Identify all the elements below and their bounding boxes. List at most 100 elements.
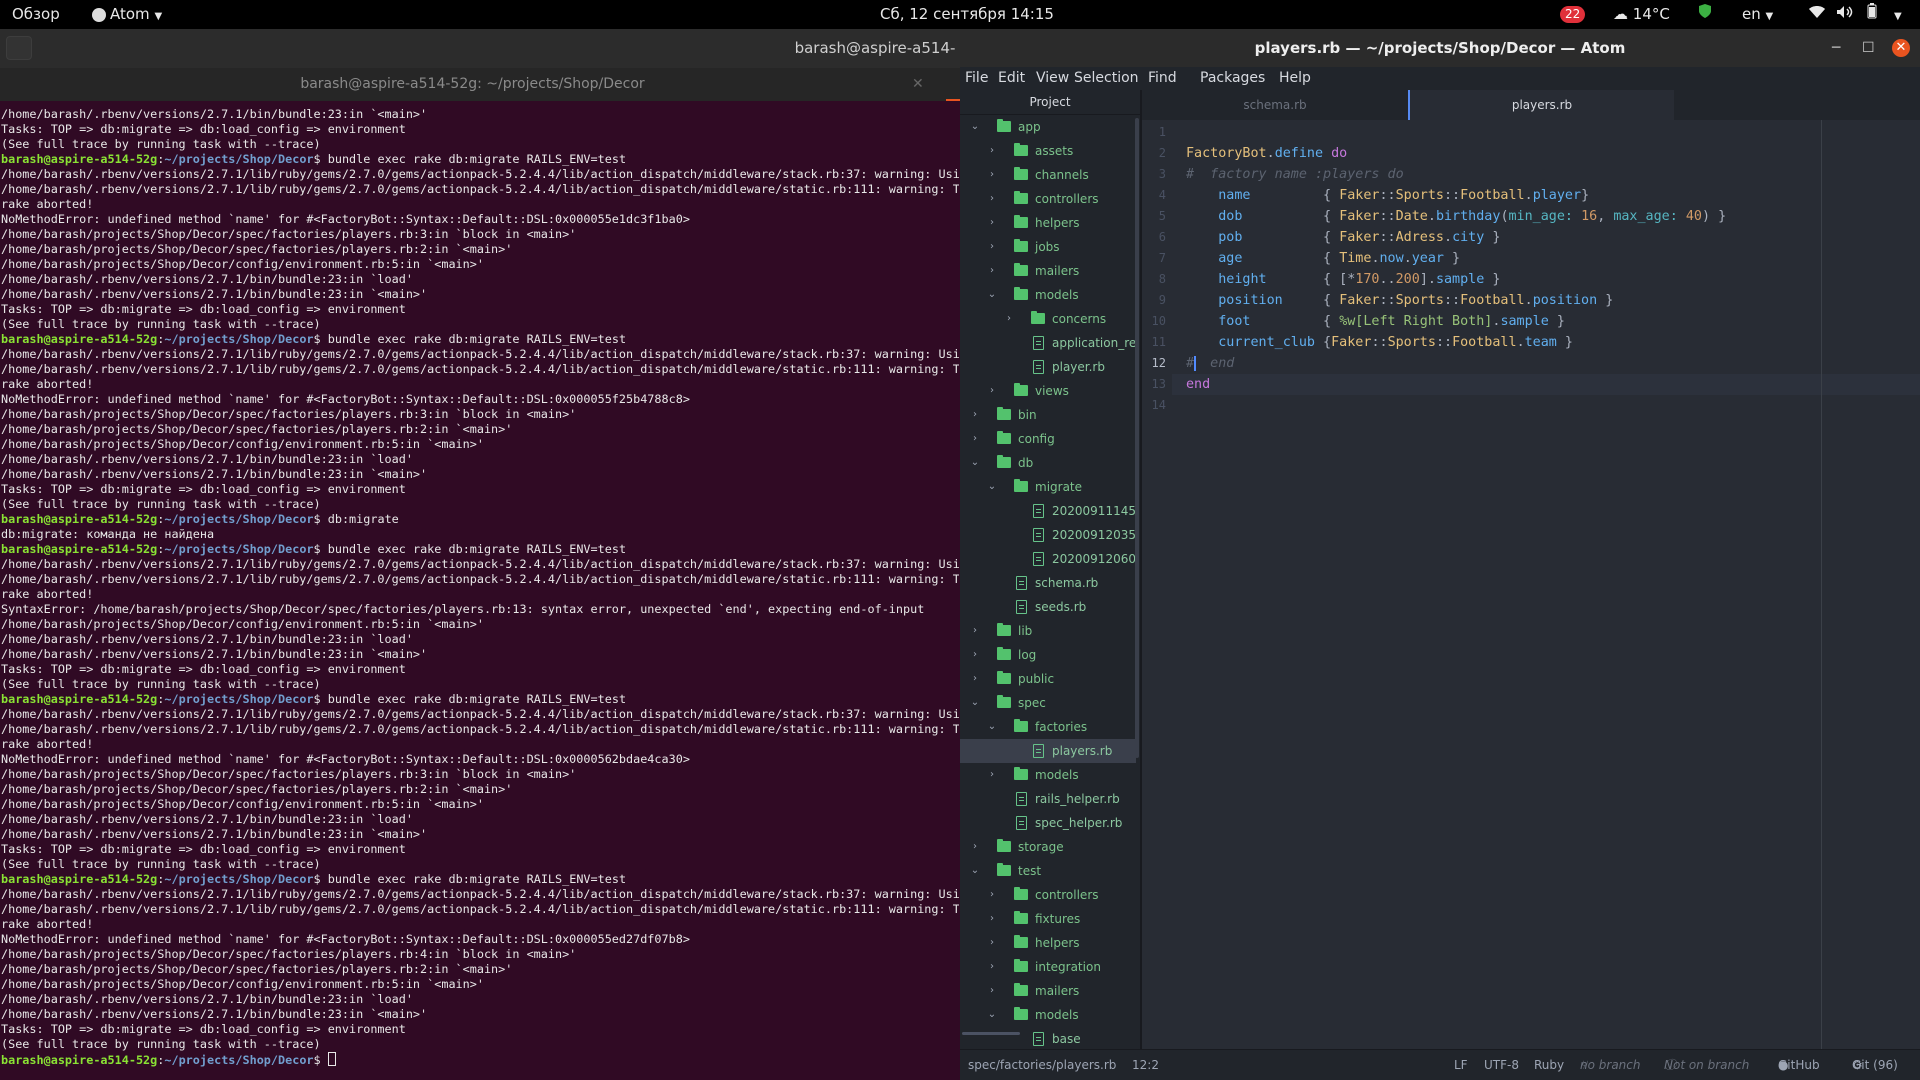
battery-icon[interactable]: [1866, 0, 1878, 29]
tree-folder[interactable]: › integration: [960, 955, 1136, 979]
close-icon[interactable]: ✕: [912, 68, 924, 101]
menu-selection[interactable]: Selection: [1074, 67, 1139, 90]
menu-help[interactable]: Help: [1279, 67, 1311, 90]
tree-file[interactable]: seeds.rb: [960, 595, 1136, 619]
terminal-output[interactable]: /home/barash/.rbenv/versions/2.7.1/bin/b…: [1, 107, 959, 1080]
chevron-right-icon[interactable]: ›: [987, 211, 997, 235]
tree-folder[interactable]: › public: [960, 667, 1136, 691]
chevron-down-icon[interactable]: ⌄: [987, 715, 997, 739]
tree-folder[interactable]: › views: [960, 379, 1136, 403]
menu-packages[interactable]: Packages: [1200, 67, 1265, 90]
chevron-right-icon[interactable]: ›: [987, 907, 997, 931]
status-encoding[interactable]: UTF-8: [1484, 1050, 1519, 1080]
tree-folder[interactable]: ⌄ spec: [960, 691, 1136, 715]
tree-folder[interactable]: ⌄ db: [960, 451, 1136, 475]
tree-file[interactable]: spec_helper.rb: [960, 811, 1136, 835]
chevron-right-icon[interactable]: ›: [970, 667, 980, 691]
chevron-right-icon[interactable]: ›: [1004, 307, 1014, 331]
tree-folder[interactable]: ⌄ app: [960, 115, 1136, 139]
chevron-right-icon[interactable]: ›: [987, 955, 997, 979]
tree-file[interactable]: 202009120603: [960, 547, 1136, 571]
tree-folder[interactable]: › controllers: [960, 187, 1136, 211]
new-tab-button[interactable]: [6, 36, 32, 60]
status-cursor-position[interactable]: 12:2: [1132, 1050, 1159, 1080]
tree-folder[interactable]: ⌄ models: [960, 1003, 1136, 1027]
chevron-right-icon[interactable]: ›: [987, 763, 997, 787]
chevron-down-icon[interactable]: ⌄: [970, 451, 980, 475]
chevron-right-icon[interactable]: ›: [987, 379, 997, 403]
clock[interactable]: Сб, 12 сентября 14:15: [880, 0, 1054, 29]
tab-players-rb[interactable]: players.rb: [1408, 90, 1674, 120]
tree-horizontal-scrollbar[interactable]: [962, 1032, 1020, 1035]
tree-file[interactable]: 202009111455: [960, 499, 1136, 523]
chevron-down-icon[interactable]: ⌄: [987, 1003, 997, 1027]
chevron-right-icon[interactable]: ›: [987, 883, 997, 907]
tree-scrollbar[interactable]: [1135, 118, 1139, 758]
menu-find[interactable]: Find: [1148, 67, 1177, 90]
tree-folder[interactable]: ⌄ migrate: [960, 475, 1136, 499]
tree-folder[interactable]: › storage: [960, 835, 1136, 859]
chevron-down-icon[interactable]: ⌄: [970, 859, 980, 883]
close-icon[interactable]: ✕: [1892, 39, 1910, 57]
chevron-right-icon[interactable]: ›: [970, 643, 980, 667]
menu-view[interactable]: View: [1036, 67, 1069, 90]
tree-folder[interactable]: › assets: [960, 139, 1136, 163]
menu-file[interactable]: File: [965, 67, 988, 90]
chevron-right-icon[interactable]: ›: [987, 139, 997, 163]
menu-edit[interactable]: Edit: [998, 67, 1025, 90]
chevron-right-icon[interactable]: ›: [987, 979, 997, 1003]
chevron-right-icon[interactable]: ›: [987, 931, 997, 955]
keyboard-layout[interactable]: en ▼: [1742, 0, 1773, 29]
chevron-down-icon[interactable]: ⌄: [970, 691, 980, 715]
maximize-icon[interactable]: ☐: [1862, 29, 1875, 67]
status-grammar[interactable]: Ruby: [1534, 1050, 1564, 1080]
tree-folder[interactable]: › config: [960, 427, 1136, 451]
tree-folder[interactable]: › models: [960, 763, 1136, 787]
minimize-icon[interactable]: ─: [1832, 29, 1840, 67]
tab-schema-rb[interactable]: schema.rb: [1142, 90, 1408, 120]
tree-folder[interactable]: › mailers: [960, 979, 1136, 1003]
tree-folder[interactable]: ⌄ factories: [960, 715, 1136, 739]
chevron-right-icon[interactable]: ›: [970, 403, 980, 427]
status-file-path[interactable]: spec/factories/players.rb: [968, 1050, 1116, 1080]
tree-folder[interactable]: › controllers: [960, 883, 1136, 907]
tree-folder[interactable]: › lib: [960, 619, 1136, 643]
activities-button[interactable]: Обзор: [12, 0, 60, 29]
tree-folder[interactable]: › jobs: [960, 235, 1136, 259]
chevron-right-icon[interactable]: ›: [987, 235, 997, 259]
tree-folder[interactable]: ⌄ test: [960, 859, 1136, 883]
tree-file[interactable]: rails_helper.rb: [960, 787, 1136, 811]
chevron-right-icon[interactable]: ›: [970, 835, 980, 859]
chevron-right-icon[interactable]: ›: [987, 259, 997, 283]
weather-indicator[interactable]: ☁ 14°C: [1613, 0, 1670, 29]
tree-folder[interactable]: › log: [960, 643, 1136, 667]
status-line-ending[interactable]: LF: [1454, 1050, 1468, 1080]
notification-badge[interactable]: 22: [1560, 0, 1586, 29]
tree-file[interactable]: base: [960, 1027, 1136, 1049]
tree-file[interactable]: player.rb: [960, 355, 1136, 379]
code-editor[interactable]: 1 2 FactoryBot.define do 3 # factory name :p…: [1142, 120, 1920, 1049]
tree-folder[interactable]: › helpers: [960, 931, 1136, 955]
tree-folder[interactable]: ⌄ models: [960, 283, 1136, 307]
tree-folder[interactable]: › channels: [960, 163, 1136, 187]
chevron-down-icon[interactable]: ⌄: [987, 475, 997, 499]
tree-folder[interactable]: › fixtures: [960, 907, 1136, 931]
app-menu[interactable]: Atom ▼: [92, 0, 162, 29]
tree-view-header[interactable]: Project: [960, 90, 1140, 115]
tree-folder[interactable]: › bin: [960, 403, 1136, 427]
chevron-right-icon[interactable]: ›: [987, 163, 997, 187]
tree-file[interactable]: 202009120353: [960, 523, 1136, 547]
tree-view[interactable]: Project ⌄ app › assets › channels › controllers…: [960, 90, 1140, 1049]
power-menu[interactable]: ▼: [1894, 0, 1902, 29]
tree-file[interactable]: players.rb: [960, 739, 1136, 763]
shield-icon[interactable]: [1698, 0, 1712, 29]
terminal-tab[interactable]: barash@aspire-a514-52g: ~/projects/Shop/…: [0, 68, 960, 101]
tree-folder[interactable]: › helpers: [960, 211, 1136, 235]
tree-file[interactable]: application_re: [960, 331, 1136, 355]
chevron-right-icon[interactable]: ›: [987, 187, 997, 211]
tree-folder[interactable]: › concerns: [960, 307, 1136, 331]
chevron-down-icon[interactable]: ⌄: [987, 283, 997, 307]
tree-folder[interactable]: › mailers: [960, 259, 1136, 283]
volume-icon[interactable]: [1836, 0, 1854, 29]
chevron-right-icon[interactable]: ›: [970, 427, 980, 451]
